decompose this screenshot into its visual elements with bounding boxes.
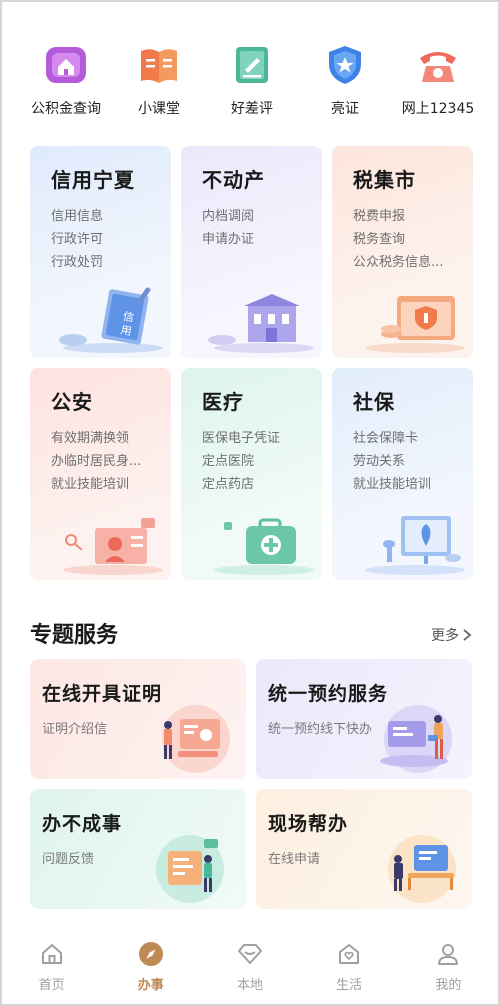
category-title: 信用宁夏	[51, 168, 135, 192]
onsite-help-illustration-icon	[388, 835, 456, 903]
category-item[interactable]: 行政许可	[51, 228, 163, 251]
category-item[interactable]: 定点医院	[202, 450, 314, 473]
nav-label: 生活	[336, 978, 363, 993]
house-fund-icon	[43, 42, 89, 88]
category-title: 社保	[353, 390, 395, 414]
special-services-header: 专题服务 更多	[30, 617, 472, 651]
nav-life[interactable]: 生活	[314, 932, 384, 1004]
category-item[interactable]: 税务查询	[353, 228, 465, 251]
quick-item-label: 亮证	[331, 101, 359, 117]
category-item[interactable]: 就业技能培训	[353, 473, 465, 496]
category-title: 医疗	[202, 390, 244, 414]
category-card-tax[interactable]: 税集市 税费申报 税务查询 公众税务信息...	[332, 146, 473, 358]
diamond-icon	[236, 940, 264, 968]
feedback-illustration-icon	[156, 835, 224, 903]
more-link[interactable]: 更多	[431, 625, 472, 645]
nav-label: 本地	[236, 978, 263, 993]
house-heart-icon	[335, 940, 363, 968]
nav-services[interactable]: 办事	[116, 932, 186, 1004]
nav-label: 我的	[435, 978, 462, 993]
compass-icon	[137, 940, 165, 968]
user-icon	[434, 940, 462, 968]
quick-item-label: 网上12345	[401, 101, 475, 117]
quick-item-label: 公积金查询	[31, 101, 101, 117]
category-item[interactable]: 有效期满换领	[51, 427, 163, 450]
nav-label: 首页	[38, 978, 65, 993]
book-icon	[136, 42, 182, 88]
nav-label: 办事	[137, 978, 164, 993]
credit-document-icon: 信 用	[59, 287, 163, 353]
quick-item-hotline[interactable]: 网上12345	[392, 42, 484, 122]
category-item[interactable]: 申请办证	[202, 228, 314, 251]
tax-shield-icon	[365, 296, 465, 353]
police-id-icon	[63, 518, 163, 575]
telephone-icon	[415, 42, 461, 88]
more-link-label: 更多	[431, 628, 459, 644]
chevron-right-icon	[463, 629, 472, 641]
home-icon	[38, 940, 66, 968]
svg-text:信: 信	[122, 310, 135, 325]
service-card-appointment[interactable]: 统一预约服务 统一预约线下快办	[256, 659, 472, 779]
category-item[interactable]: 定点药店	[202, 473, 314, 496]
category-item[interactable]: 劳动关系	[353, 450, 465, 473]
quick-item-classroom[interactable]: 小课堂	[113, 42, 205, 122]
appointment-illustration-icon	[380, 705, 452, 773]
quick-item-show-cert[interactable]: 亮证	[299, 42, 391, 122]
nav-mine[interactable]: 我的	[413, 932, 483, 1004]
service-card-onsite-help[interactable]: 现场帮办 在线申请	[256, 789, 472, 909]
category-card-medical[interactable]: 医疗 医保电子凭证 定点医院 定点药店	[181, 368, 322, 580]
category-card-police[interactable]: 公安 有效期满换领 办临时居民身... 就业技能培训	[30, 368, 171, 580]
service-card-feedback[interactable]: 办不成事 问题反馈	[30, 789, 246, 909]
bottom-nav: 首页 办事 本地 生活 我的	[2, 932, 498, 1004]
social-security-board-icon	[365, 516, 465, 575]
service-card-certificate[interactable]: 在线开具证明 证明介绍信	[30, 659, 246, 779]
app-frame: 公积金查询 小课堂 好差评 亮证 网上12345 信用宁夏 信用信息 行政许可 …	[0, 0, 500, 1006]
category-item[interactable]: 社会保障卡	[353, 427, 465, 450]
category-title: 不动产	[202, 168, 265, 192]
category-item[interactable]: 就业技能培训	[51, 473, 163, 496]
category-card-real-estate[interactable]: 不动产 内档调阅 申请办证	[181, 146, 322, 358]
building-icon	[208, 294, 314, 353]
quick-item-review[interactable]: 好差评	[206, 42, 298, 122]
nav-home[interactable]: 首页	[17, 932, 87, 1004]
category-item[interactable]: 办临时居民身...	[51, 450, 163, 473]
category-item[interactable]: 内档调阅	[202, 205, 314, 228]
category-item[interactable]: 行政处罚	[51, 251, 163, 274]
shield-star-icon	[322, 42, 368, 88]
category-item[interactable]: 信用信息	[51, 205, 163, 228]
section-title: 专题服务	[30, 623, 119, 648]
nav-local[interactable]: 本地	[215, 932, 285, 1004]
category-title: 公安	[51, 390, 93, 414]
category-card-credit[interactable]: 信用宁夏 信用信息 行政许可 行政处罚 信 用	[30, 146, 171, 358]
medical-kit-icon	[214, 518, 314, 575]
category-item[interactable]: 医保电子凭证	[202, 427, 314, 450]
review-icon	[229, 42, 275, 88]
svg-text:用: 用	[120, 324, 133, 339]
category-grid: 信用宁夏 信用信息 行政许可 行政处罚 信 用 不动产 内档调阅 申请办证 税集…	[30, 146, 473, 580]
certificate-illustration-icon	[162, 705, 230, 773]
quick-item-label: 小课堂	[138, 101, 180, 117]
category-card-social-security[interactable]: 社保 社会保障卡 劳动关系 就业技能培训	[332, 368, 473, 580]
category-title: 税集市	[353, 168, 416, 192]
category-item[interactable]: 税费申报	[353, 205, 465, 228]
category-item[interactable]: 公众税务信息...	[353, 251, 465, 274]
quick-services-row: 公积金查询 小课堂 好差评 亮证 网上12345	[20, 42, 484, 122]
quick-item-housing-fund[interactable]: 公积金查询	[20, 42, 112, 122]
special-services-grid: 在线开具证明 证明介绍信 统一预约服务 统一预约线下快办 办不成事 问题反馈 现…	[30, 659, 472, 909]
quick-item-label: 好差评	[231, 101, 273, 117]
